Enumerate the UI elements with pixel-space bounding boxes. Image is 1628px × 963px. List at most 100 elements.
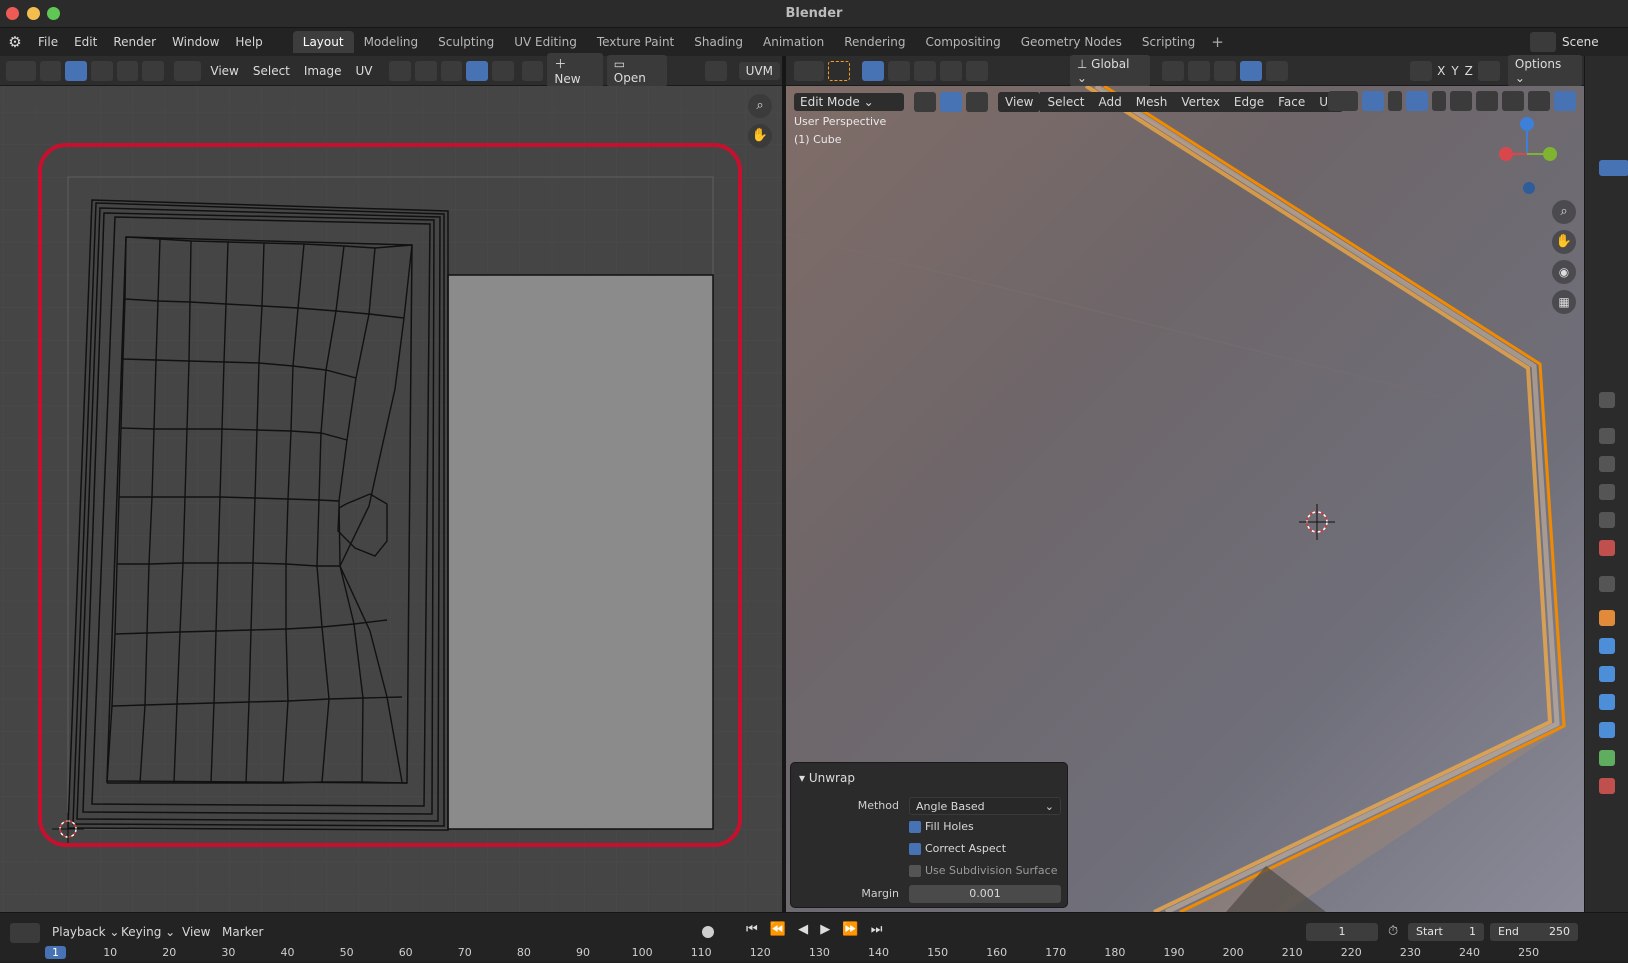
margin-field[interactable]: 0.001 [909, 885, 1061, 903]
new-image-button[interactable]: ＋ New [547, 53, 603, 88]
tab-uv-editing[interactable]: UV Editing [504, 31, 587, 53]
pin-icon[interactable] [671, 61, 693, 81]
render-props-icon[interactable] [1599, 428, 1615, 444]
open-image-button[interactable]: ▭ Open [606, 54, 668, 87]
scene-icon[interactable] [1530, 32, 1556, 52]
method-dropdown[interactable]: Angle Based ⌄ [909, 797, 1061, 815]
uv-island-selected[interactable] [447, 274, 714, 830]
tab-sculpting[interactable]: Sculpting [428, 31, 504, 53]
material-props-icon[interactable] [1599, 778, 1615, 794]
overlay-icon[interactable] [704, 60, 727, 81]
tab-shading[interactable]: Shading [684, 31, 753, 53]
viewport-menu-edge[interactable]: Edge [1226, 92, 1272, 112]
select-subtract-icon[interactable] [913, 60, 936, 81]
data-props-icon[interactable] [1599, 750, 1615, 766]
tab-animation[interactable]: Animation [753, 31, 834, 53]
particle-props-icon[interactable] [1599, 666, 1615, 682]
proportional-edit-icon[interactable] [466, 60, 489, 81]
face-select-icon[interactable] [116, 60, 139, 81]
add-workspace-icon[interactable]: + [1205, 33, 1230, 51]
wireframe-shading-icon[interactable] [1476, 91, 1498, 111]
uv-grid[interactable] [0, 86, 782, 912]
view-layer-props-icon[interactable] [1599, 484, 1615, 500]
modifier-props-icon[interactable] [1599, 638, 1615, 654]
mode-dropdown[interactable]: Edit Mode ⌄ [794, 93, 904, 111]
sync-selection-icon[interactable] [39, 60, 62, 81]
edge-mode-icon[interactable] [940, 92, 962, 112]
overlays-dropdown-icon[interactable] [1432, 91, 1446, 111]
uv-menu-view[interactable]: View [203, 64, 245, 78]
collection-props-icon[interactable] [1599, 576, 1615, 592]
uv-menu-select[interactable]: Select [246, 64, 297, 78]
sticky-mode-icon[interactable] [173, 60, 202, 81]
3d-cursor-icon[interactable] [1299, 504, 1335, 540]
tool-props-icon[interactable] [1599, 392, 1615, 408]
tab-scripting[interactable]: Scripting [1132, 31, 1205, 53]
constraint-props-icon[interactable] [1599, 722, 1615, 738]
zoom-icon[interactable]: ⌕ [748, 94, 772, 118]
menu-file[interactable]: File [30, 28, 66, 56]
island-select-icon[interactable] [142, 60, 164, 81]
tab-compositing[interactable]: Compositing [915, 31, 1010, 53]
object-props-icon[interactable] [1599, 610, 1615, 626]
pan-hand-icon[interactable]: ✋ [748, 124, 772, 148]
menu-help[interactable]: Help [227, 28, 270, 56]
edge-select-icon[interactable] [90, 60, 113, 81]
viewport-zoom-icon[interactable]: ⌕ [1552, 200, 1576, 224]
vertex-mode-icon[interactable] [914, 92, 936, 112]
select-extend-icon[interactable] [887, 60, 910, 81]
world-props-icon[interactable] [1599, 540, 1615, 556]
auto-merge-icon[interactable] [1477, 60, 1500, 81]
select-intersect-icon[interactable] [965, 60, 988, 81]
menu-render[interactable]: Render [105, 28, 164, 56]
ortho-toggle-icon[interactable]: ▦ [1552, 290, 1576, 314]
gizmo-dropdown-icon[interactable] [1388, 91, 1402, 111]
face-mode-icon[interactable] [966, 92, 988, 112]
camera-view-icon[interactable]: ◉ [1552, 260, 1576, 284]
tab-texture-paint[interactable]: Texture Paint [587, 31, 684, 53]
viewport-menu-view[interactable]: View [998, 92, 1041, 112]
frame-ruler[interactable]: 1 10 20 30 40 50 60 70 80 90 100 110 120 130 140 150 160… [0, 913, 1628, 963]
transform-orientation-dropdown[interactable]: ⊥ Global ⌄ [1069, 54, 1151, 87]
fill-holes-checkbox[interactable]: Fill Holes [791, 818, 1069, 838]
select-invert-icon[interactable] [939, 60, 962, 81]
mirror-x-toggle[interactable]: X [1434, 64, 1448, 78]
blender-logo-icon[interactable]: ⚙ [0, 33, 30, 51]
outliner-row-icon[interactable] [1599, 160, 1628, 176]
uvmap-selector[interactable]: UVM [738, 61, 780, 80]
uv-menu-uv[interactable]: UV [348, 64, 379, 78]
correct-aspect-checkbox[interactable]: Correct Aspect [791, 840, 1069, 860]
xray-icon[interactable] [1450, 91, 1472, 111]
viewport-falloff-icon[interactable] [1266, 60, 1289, 81]
uv-editor-canvas[interactable]: ⌕ ✋ [0, 86, 782, 912]
mirror-icon[interactable] [1410, 60, 1433, 81]
tab-layout[interactable]: Layout [292, 31, 354, 53]
solid-shading-icon[interactable] [1502, 91, 1524, 111]
viewport-pan-icon[interactable]: ✋ [1552, 230, 1576, 254]
mirror-y-toggle[interactable]: Y [1448, 64, 1461, 78]
select-new-icon[interactable] [861, 60, 884, 81]
output-props-icon[interactable] [1599, 456, 1615, 472]
mirror-z-toggle[interactable]: Z [1462, 64, 1476, 78]
axis-gizmo[interactable] [1492, 116, 1562, 206]
editor-type-icon[interactable] [6, 60, 36, 81]
falloff-icon[interactable] [492, 60, 514, 81]
snap-icon[interactable] [415, 60, 437, 81]
viewport-menu-face[interactable]: Face [1271, 92, 1313, 112]
use-subsurf-checkbox[interactable]: Use Subdivision Surface [791, 862, 1069, 882]
image-browse-icon[interactable] [521, 60, 544, 81]
rendered-shading-icon[interactable] [1554, 91, 1576, 111]
scene-props-icon[interactable] [1599, 512, 1615, 528]
overlays-icon[interactable] [1406, 91, 1428, 111]
options-dropdown[interactable]: Options ⌄ [1507, 54, 1583, 87]
pivot-point-icon[interactable] [1162, 60, 1185, 81]
snap-target-icon[interactable] [440, 60, 463, 81]
select-tool-icon[interactable] [827, 60, 850, 81]
viewport-snap-icon[interactable] [1188, 60, 1211, 81]
tab-geometry-nodes[interactable]: Geometry Nodes [1011, 31, 1132, 53]
unwrap-panel-header[interactable]: ▾ Unwrap [791, 771, 1069, 791]
viewport-menu-add[interactable]: Add [1091, 92, 1129, 112]
tab-modeling[interactable]: Modeling [354, 31, 429, 53]
gizmo-icon[interactable] [1362, 91, 1384, 111]
viewport-proportional-icon[interactable] [1240, 60, 1263, 81]
